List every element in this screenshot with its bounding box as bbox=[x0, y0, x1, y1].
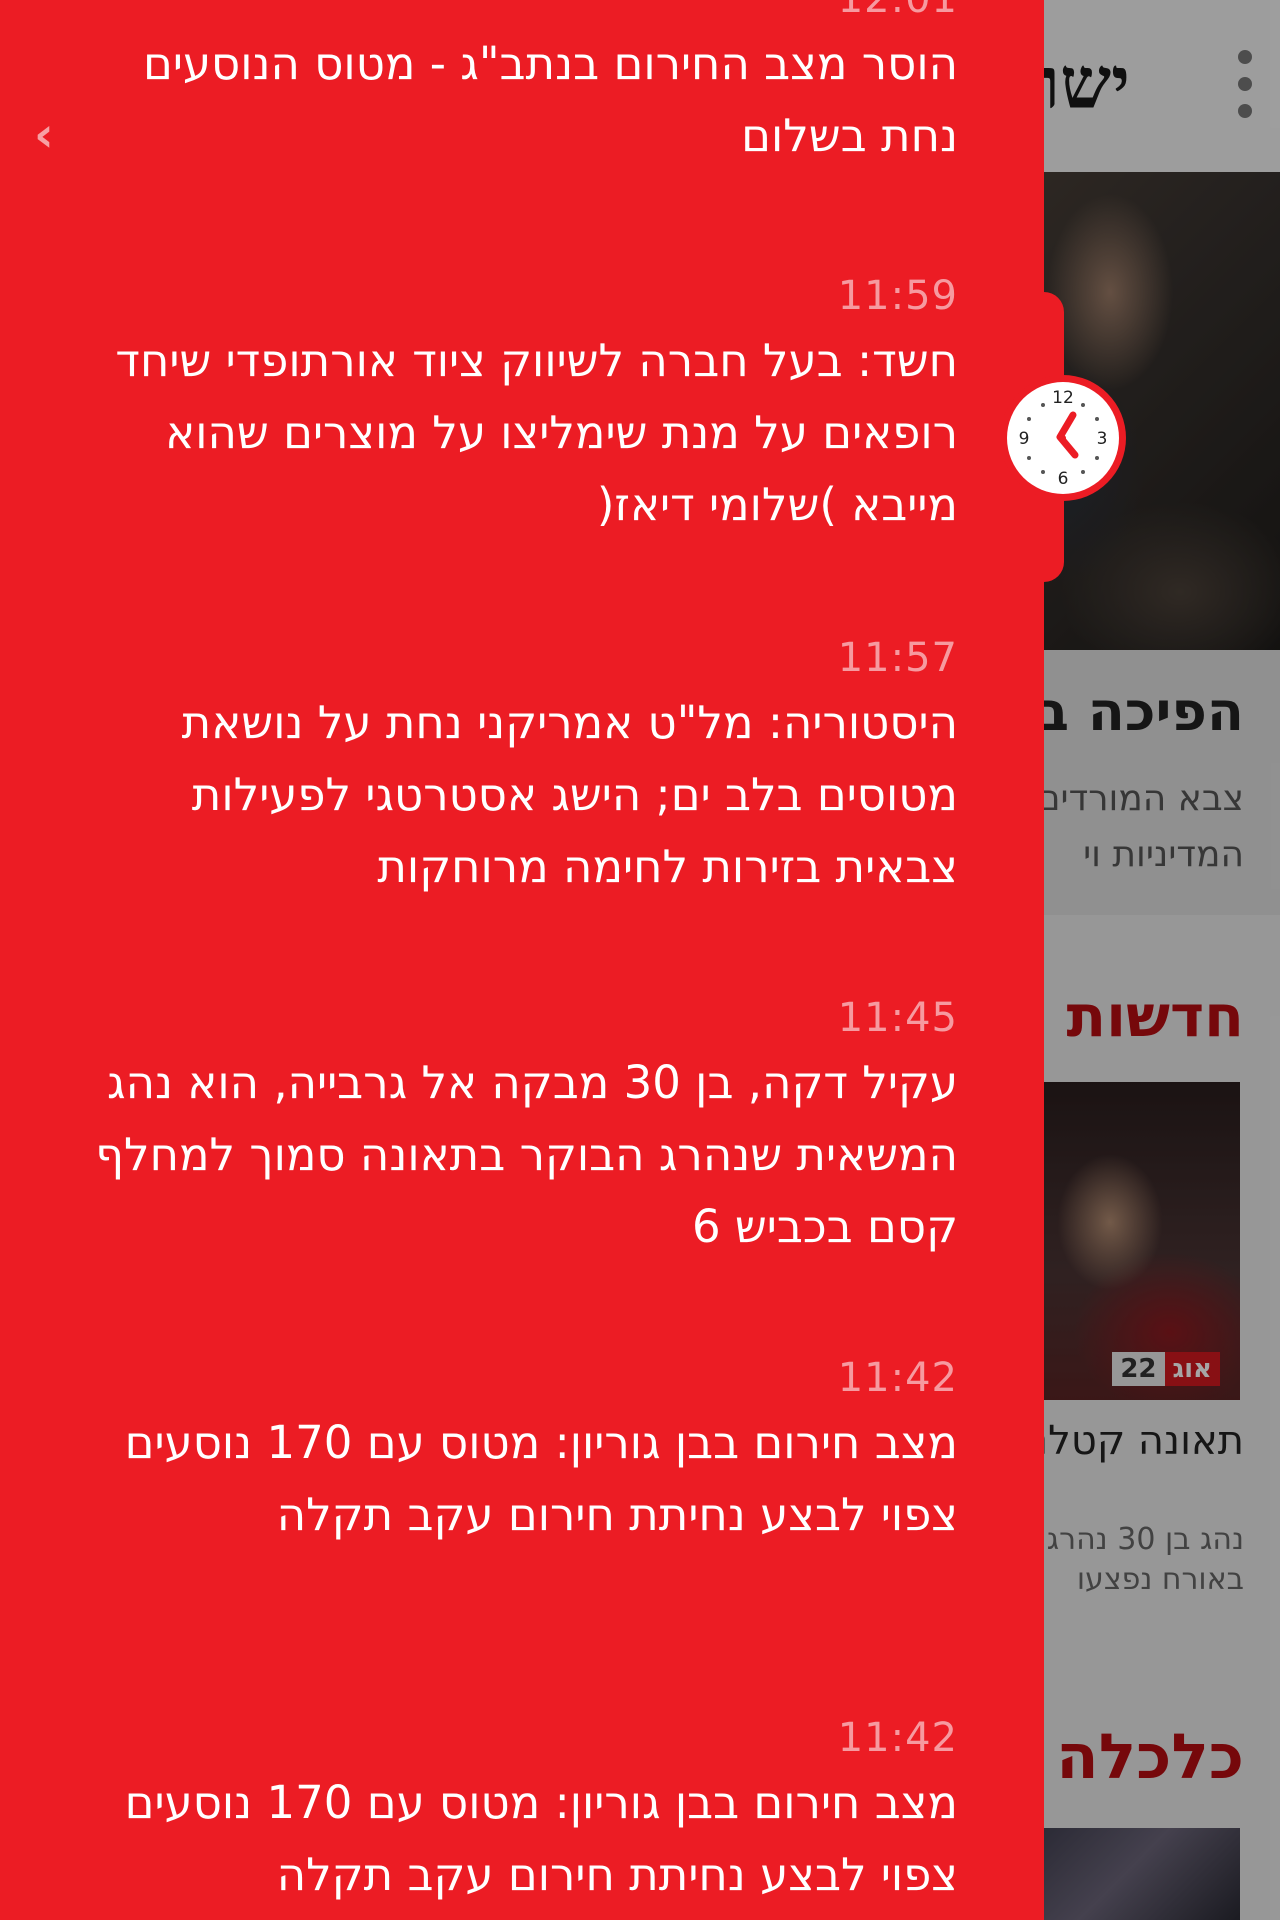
news-flash-item[interactable]: 11:57 היסטוריה: מל"ט אמריקני נחת על נושא… bbox=[58, 633, 958, 903]
news-flash-headline[interactable]: עקיל דקה, בן 30 מבקה אל גרבייה, הוא נהג … bbox=[58, 1047, 958, 1263]
news-flash-item[interactable]: 12:01 הוסר מצב החירום בנתב"ג - מטוס הנוס… bbox=[58, 0, 958, 172]
news-flash-time: 11:42 bbox=[837, 1715, 958, 1761]
clock-number-9: 9 bbox=[1019, 429, 1030, 449]
news-flash-time: 12:01 bbox=[58, 0, 958, 24]
clock-number-6: 6 bbox=[1058, 469, 1069, 489]
news-flash-headline[interactable]: חשד: בעל חברה לשיווק ציוד אורתופדי שיחד … bbox=[58, 325, 958, 541]
news-flash-headline[interactable]: היסטוריה: מל"ט אמריקני נחת על נושאת מטוס… bbox=[58, 687, 958, 903]
news-flash-time: 11:57 bbox=[837, 635, 958, 681]
clock-number-12: 12 bbox=[1052, 388, 1074, 408]
news-flash-time: 11:42 bbox=[837, 1355, 958, 1401]
breaking-news-drawer: ‹ 12:01 הוסר מצב החירום בנתב"ג - מטוס הנ… bbox=[0, 0, 1044, 1920]
news-flash-time: 11:59 bbox=[837, 273, 958, 319]
clock-number-3: 3 bbox=[1097, 429, 1108, 449]
news-flash-item[interactable]: 11:59 חשד: בעל חברה לשיווק ציוד אורתופדי… bbox=[58, 271, 958, 541]
news-flash-headline[interactable]: מצב חירום בבן גוריון: מטוס עם 170 נוסעים… bbox=[58, 1767, 958, 1911]
news-flash-time: 11:45 bbox=[837, 995, 958, 1041]
clock-icon: 12 3 6 9 bbox=[1007, 382, 1119, 494]
news-flash-item[interactable]: 11:42 מצב חירום בבן גוריון: מטוס עם 170 … bbox=[58, 1353, 958, 1551]
news-flash-item[interactable]: 11:45 עקיל דקה, בן 30 מבקה אל גרבייה, הו… bbox=[58, 993, 958, 1263]
news-flash-item[interactable]: 11:42 מצב חירום בבן גוריון: מטוס עם 170 … bbox=[58, 1713, 958, 1911]
clock-toggle-button[interactable]: 12 3 6 9 bbox=[1000, 375, 1126, 501]
news-flash-headline[interactable]: מצב חירום בבן גוריון: מטוס עם 170 נוסעים… bbox=[58, 1407, 958, 1551]
news-flash-headline[interactable]: הוסר מצב החירום בנתב"ג - מטוס הנוסעים נח… bbox=[58, 28, 958, 172]
